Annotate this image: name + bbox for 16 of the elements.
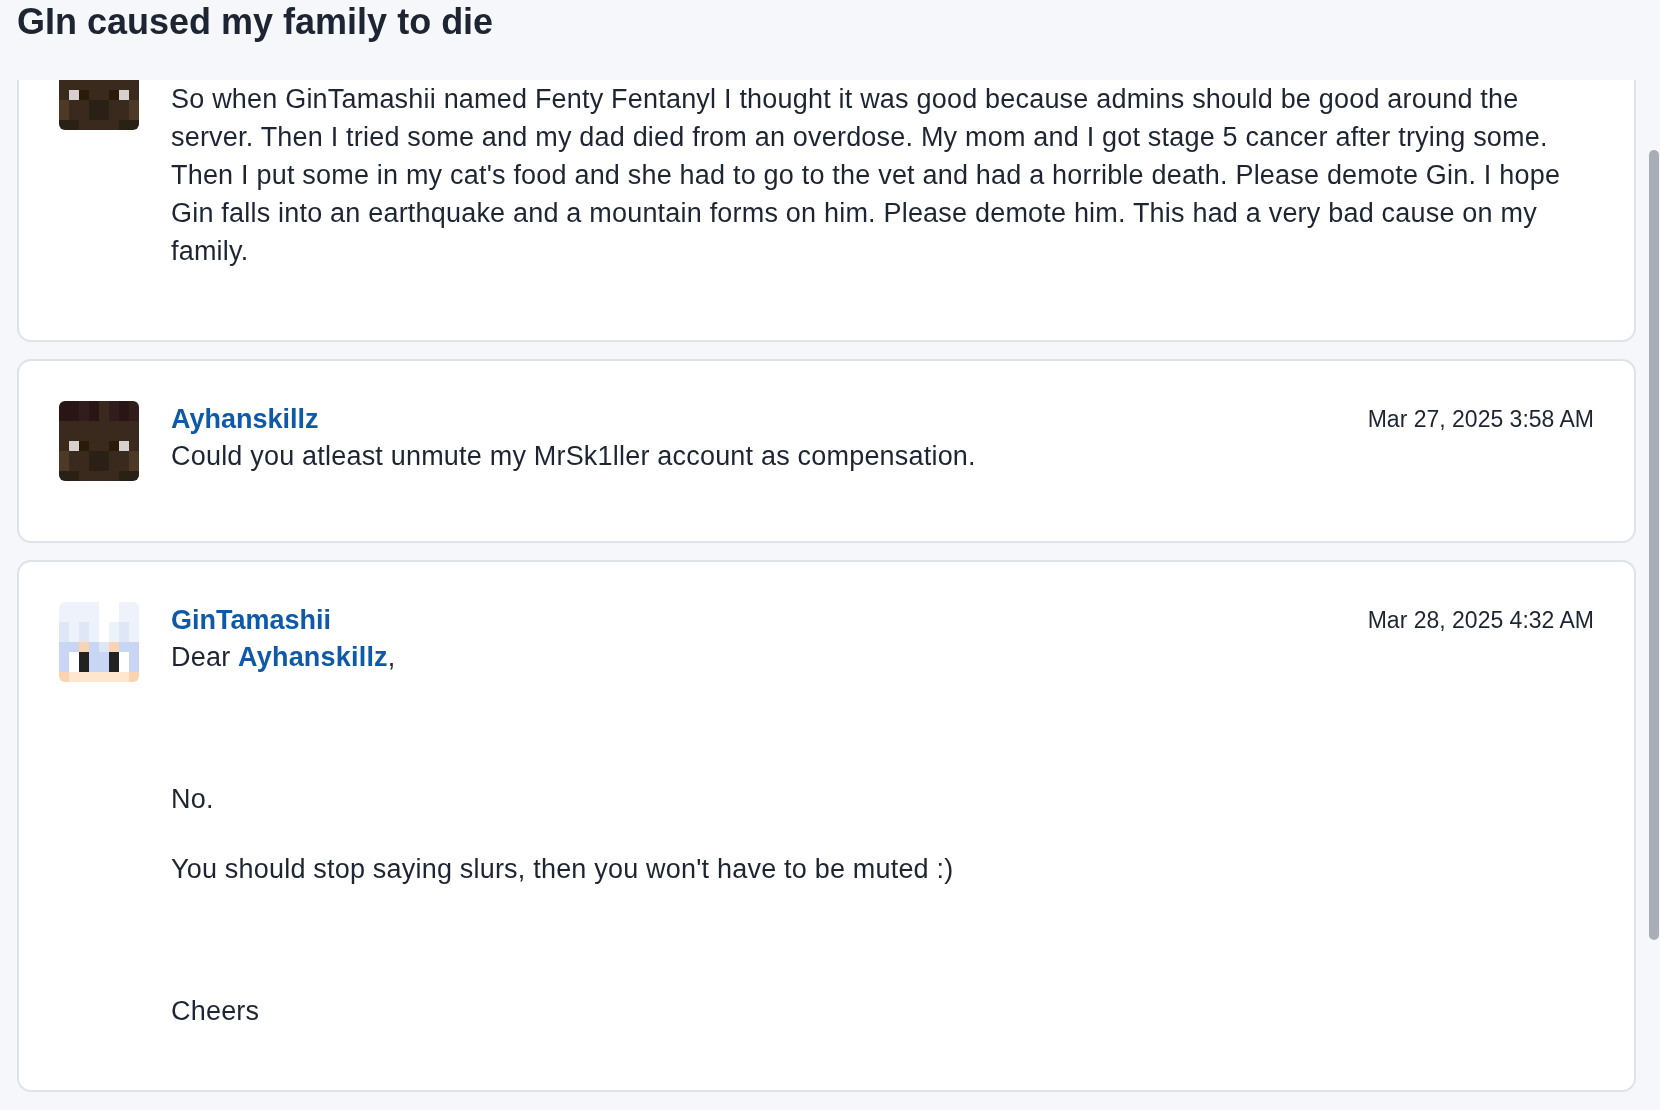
- post-text: You should stop saying slurs, then you won't have to be muted :): [171, 853, 955, 886]
- mention-link[interactable]: Ayhanskillz: [238, 642, 388, 672]
- post-timestamp: Mar 28, 2025 4:32 AM: [1367, 605, 1594, 635]
- post-text: So when GinTamashii named Fenty Fentanyl I thought it was good because admins should be good around the server. Then I tried some and my dad died from an overdose. My mom and I got stage 5 cancer after trying some. Then I put some in my cat's food and she had to go to the vet and had a horrible death. Please demote Gin. I hope Gin falls into an earthquake and a mountain forms on him. Please demote him. This had a very bad cause on my family.: [171, 83, 1562, 268]
- post-text: Cheers: [171, 995, 261, 1028]
- post-text: Dear Ayhanskillz,: [171, 641, 397, 674]
- post-text: No.: [171, 783, 215, 816]
- avatar-drawing[interactable]: [59, 602, 139, 682]
- post-timestamp: Mar 27, 2025 3:58 AM: [1367, 404, 1594, 434]
- author-link[interactable]: GinTamashii: [171, 599, 332, 641]
- thread-title: GIn caused my family to die: [17, 2, 495, 42]
- post-text: Could you atleast unmute my MrSk1ller account as compensation.: [171, 440, 977, 473]
- avatar-drawing[interactable]: [59, 401, 139, 481]
- scrollbar-thumb[interactable]: [1649, 150, 1659, 940]
- author-link[interactable]: Ayhanskillz: [171, 398, 319, 440]
- avatar-drawing[interactable]: [59, 80, 139, 130]
